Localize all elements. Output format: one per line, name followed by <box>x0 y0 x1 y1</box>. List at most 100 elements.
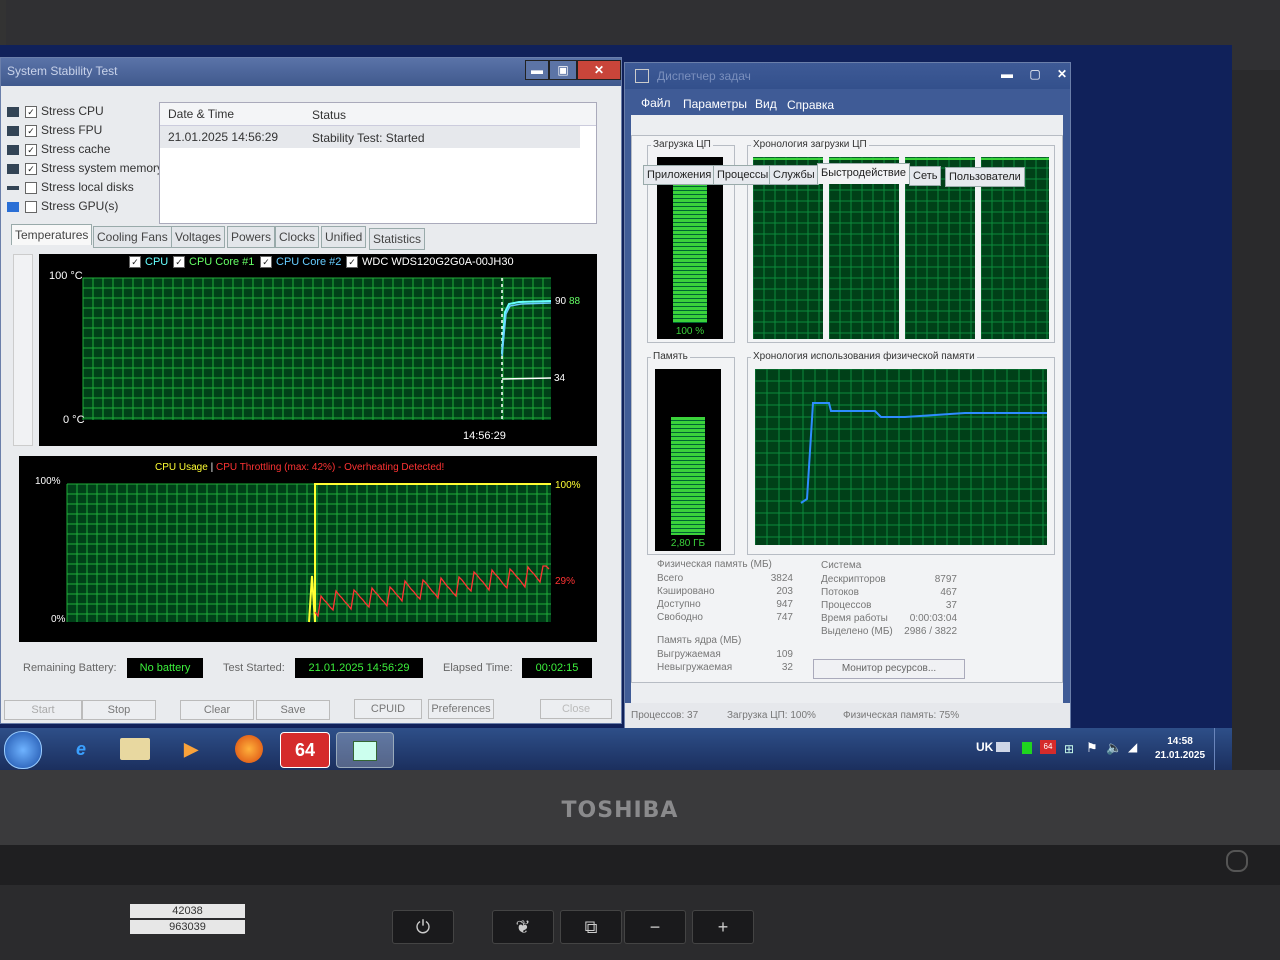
close-button[interactable]: ✕ <box>577 60 621 80</box>
tab-performance[interactable]: Быстродействие <box>817 163 910 184</box>
system-processes-value: 37 <box>945 600 957 611</box>
cpu-history-core-2 <box>828 156 899 339</box>
grid-background <box>755 369 1047 545</box>
tm-maximize-button[interactable]: ▢ <box>1023 65 1047 83</box>
tm-minimize-button[interactable]: ▬ <box>995 65 1019 83</box>
memory-value: 2,80 ГБ <box>670 538 706 549</box>
volume-down-button[interactable]: − <box>624 910 686 944</box>
tab-applications[interactable]: Приложения <box>643 165 716 185</box>
action-center-icon[interactable]: ⚑ <box>1086 740 1098 756</box>
legend-cpu[interactable]: ✓ CPU <box>129 256 168 269</box>
cpuid-button[interactable]: CPUID <box>354 699 422 719</box>
phys-mem-total-value: 3824 <box>770 573 793 584</box>
col-date-time[interactable]: Date & Time <box>168 107 234 121</box>
option-stress-cpu[interactable]: ✓ Stress CPU <box>7 104 104 122</box>
power-button[interactable]: ⏻ <box>392 910 454 944</box>
menu-view[interactable]: Вид <box>755 97 777 111</box>
tab-users[interactable]: Пользователи <box>945 167 1025 187</box>
show-desktop-button[interactable] <box>1214 728 1225 770</box>
col-status[interactable]: Status <box>312 108 346 122</box>
stress-gpu-checkbox[interactable] <box>25 200 37 213</box>
tab-cooling-fans[interactable]: Cooling Fans <box>93 226 172 248</box>
stress-memory-checkbox[interactable]: ✓ <box>25 162 37 175</box>
sst-titlebar[interactable]: System Stability Test ▬ ▣ ✕ <box>1 58 621 86</box>
file-explorer-icon[interactable] <box>110 732 160 766</box>
stop-button[interactable]: Stop <box>82 700 156 720</box>
start-orb-icon[interactable] <box>4 731 42 769</box>
minimize-button[interactable]: ▬ <box>525 60 549 80</box>
cpu-load-bar <box>673 171 707 323</box>
tab-voltages[interactable]: Voltages <box>171 226 226 248</box>
aida64-icon[interactable]: 64 <box>280 732 330 768</box>
tab-powers[interactable]: Powers <box>227 226 276 248</box>
network-tray-icon[interactable]: ⊞ <box>1064 742 1074 756</box>
tab-processes[interactable]: Процессы <box>713 165 773 185</box>
tab-statistics[interactable]: Statistics <box>369 228 426 250</box>
stress-cache-checkbox[interactable]: ✓ <box>25 143 37 156</box>
status-processes: Процессов: 37 <box>631 710 699 721</box>
tab-networking[interactable]: Сеть <box>909 166 942 186</box>
phys-mem-available-value: 947 <box>776 599 793 610</box>
clock-time[interactable]: 14:58 <box>1150 736 1210 747</box>
stress-disks-checkbox[interactable] <box>25 181 37 194</box>
option-stress-gpu[interactable]: Stress GPU(s) <box>7 199 118 217</box>
eco-button[interactable]: ❦ <box>492 910 554 944</box>
option-stress-cache[interactable]: ✓ Stress cache <box>7 142 110 160</box>
preferences-button[interactable]: Preferences <box>428 699 494 719</box>
stress-fpu-checkbox[interactable]: ✓ <box>25 124 37 137</box>
tab-services[interactable]: Службы <box>769 165 819 185</box>
tm-statusbar: Процессов: 37 Загрузка ЦП: 100% Физическ… <box>625 703 1070 729</box>
tm-close-button[interactable]: ✕ <box>1055 65 1069 83</box>
clear-button[interactable]: Clear <box>180 700 254 720</box>
system-threads-label: Потоков <box>821 587 859 598</box>
disk-icon <box>7 185 19 190</box>
stress-cpu-checkbox[interactable]: ✓ <box>25 105 37 118</box>
graph-scrollbar[interactable] <box>13 254 33 446</box>
maximize-button[interactable]: ▣ <box>549 60 577 80</box>
menu-options[interactable]: Параметры <box>683 97 747 111</box>
save-button[interactable]: Save <box>256 700 330 720</box>
menu-file[interactable]: Файл <box>641 96 671 110</box>
volume-up-button[interactable]: + <box>692 910 754 944</box>
keyboard-icon[interactable] <box>996 742 1010 752</box>
task-manager-taskbar-icon[interactable] <box>336 732 394 768</box>
system-stability-test-window: System Stability Test ▬ ▣ ✕ ✓ Stress CPU … <box>0 57 622 724</box>
menu-help[interactable]: Справка <box>787 98 834 112</box>
cpu-status-tray-icon[interactable] <box>1022 742 1032 754</box>
legend-core2-checkbox[interactable]: ✓ <box>260 256 272 269</box>
firefox-icon[interactable] <box>224 732 274 766</box>
kernel-nonpaged-label: Невыгружаемая <box>657 662 733 673</box>
start-button[interactable]: Start <box>4 700 82 720</box>
display-button[interactable]: ⧉ <box>560 910 622 944</box>
usage-right-top: 100% <box>555 480 581 491</box>
signal-icon[interactable]: ◢ <box>1128 740 1137 754</box>
aida64-tray-icon[interactable]: 64 <box>1040 740 1056 754</box>
log-row-date: 21.01.2025 14:56:29 <box>168 130 279 144</box>
tab-clocks[interactable]: Clocks <box>275 226 320 248</box>
legend-wdc-disk[interactable]: ✓ WDC WDS120G2G0A-00JH30 <box>346 256 514 269</box>
media-player-icon[interactable]: ▶ <box>166 732 216 766</box>
legend-core1-checkbox[interactable]: ✓ <box>173 256 185 269</box>
system-uptime-label: Время работы <box>821 613 888 624</box>
system-handles-label: Дескрипторов <box>821 574 886 585</box>
option-stress-disks[interactable]: Stress local disks <box>7 180 134 198</box>
option-stress-fpu[interactable]: ✓ Stress FPU <box>7 123 102 141</box>
log-row[interactable]: 21.01.2025 14:56:29 Stability Test: Star… <box>160 126 580 148</box>
legend-cpu-core-1[interactable]: ✓ CPU Core #1 <box>173 256 254 269</box>
clock-date[interactable]: 21.01.2025 <box>1150 750 1210 761</box>
legend-cpu-core-2[interactable]: ✓ CPU Core #2 <box>260 256 341 269</box>
close-button-sst[interactable]: Close <box>540 699 612 719</box>
resource-monitor-button[interactable]: Монитор ресурсов... <box>813 659 965 679</box>
tm-titlebar[interactable]: Диспетчер задач ▬ ▢ ✕ <box>625 63 1070 89</box>
temp-value-90: 90 <box>555 296 567 307</box>
language-indicator[interactable]: UK <box>976 740 993 754</box>
tab-temperatures[interactable]: Temperatures <box>11 224 93 245</box>
internet-explorer-icon[interactable]: e <box>56 732 106 766</box>
elapsed-time-value: 00:02:15 <box>522 658 592 678</box>
volume-icon[interactable]: 🔈 <box>1106 740 1122 756</box>
legend-cpu-checkbox[interactable]: ✓ <box>129 256 141 269</box>
tab-unified[interactable]: Unified <box>321 226 367 248</box>
legend-disk-checkbox[interactable]: ✓ <box>346 256 358 269</box>
option-stress-memory[interactable]: ✓ Stress system memory <box>7 161 163 179</box>
cpu-usage-title: CPU Usage | CPU Throttling (max: 42%) - … <box>155 462 445 473</box>
